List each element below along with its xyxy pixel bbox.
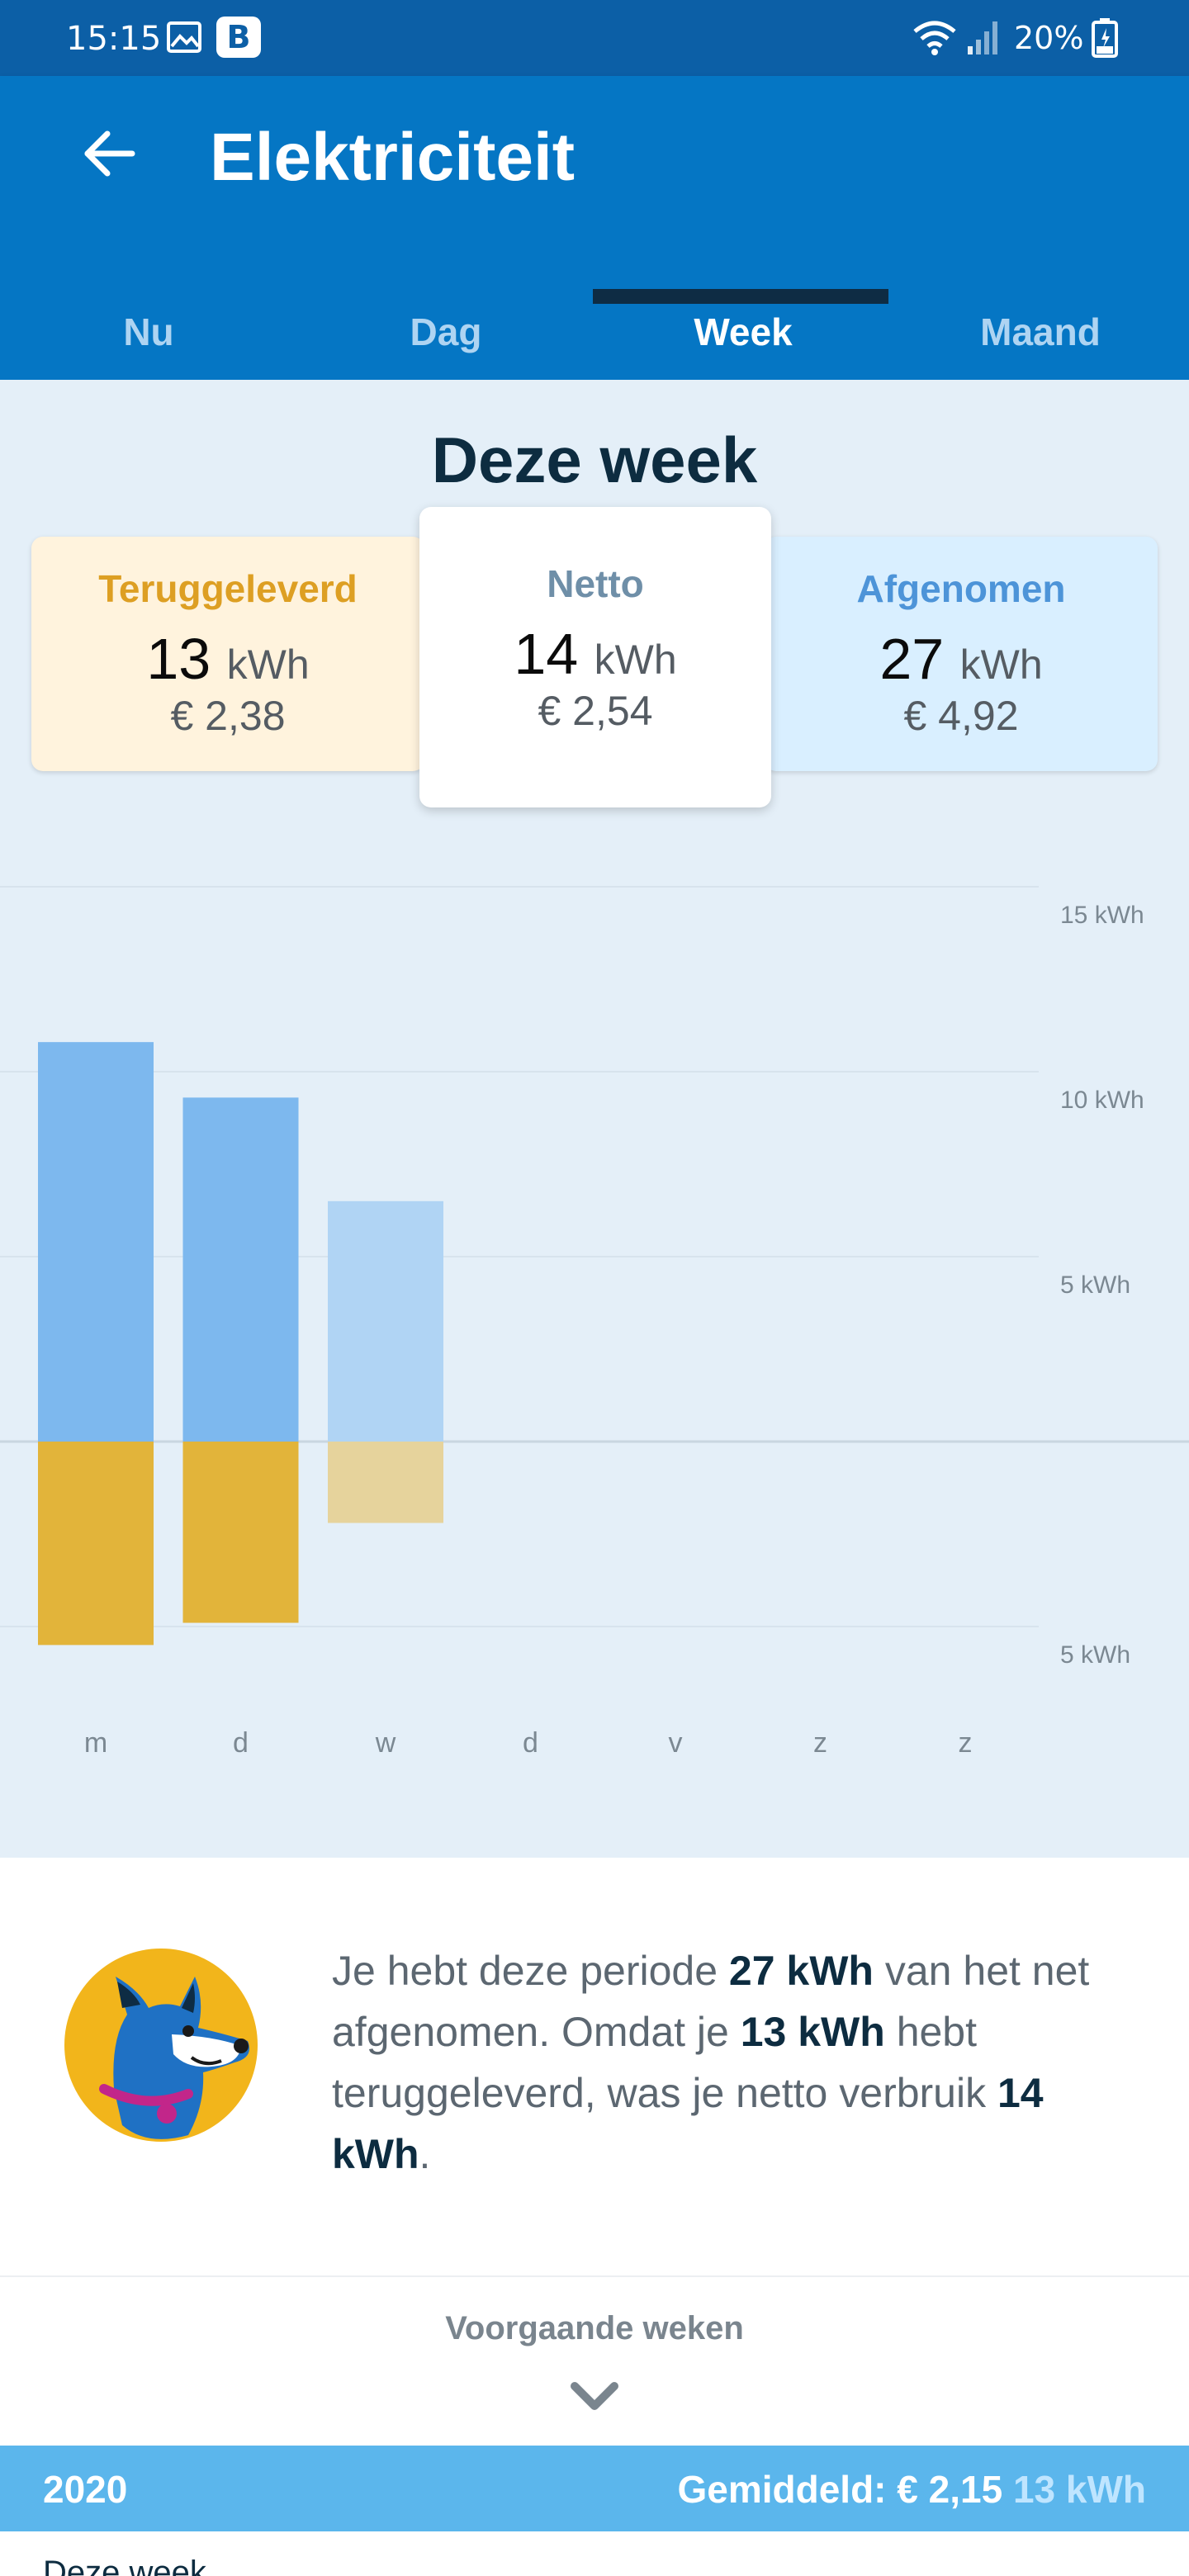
netto-label: Netto bbox=[547, 562, 644, 605]
image-icon bbox=[167, 21, 201, 53]
x-tick-label: z bbox=[813, 1727, 827, 1759]
chevron-down-icon[interactable] bbox=[570, 2378, 619, 2414]
teruggeleverd-card[interactable]: Teruggeleverd 13 kWh € 2,38 bbox=[31, 537, 424, 771]
netto-kwh: 14 bbox=[514, 622, 579, 686]
signal-icon bbox=[968, 21, 997, 54]
active-tab-indicator bbox=[593, 289, 888, 304]
bar-afgenomen bbox=[328, 1200, 443, 1442]
battery-percent: 20% bbox=[1014, 20, 1084, 56]
tab-dag[interactable]: Dag bbox=[297, 284, 594, 380]
afgenomen-card[interactable]: Afgenomen 27 kWh € 4,92 bbox=[765, 537, 1158, 771]
b-app-icon: B bbox=[216, 17, 261, 58]
teruggeleverd-unit: kWh bbox=[226, 642, 310, 688]
weekly-usage-chart: 15 kWh 10 kWh 5 kWh 5 kWh m d w d v z z bbox=[0, 886, 1189, 1759]
netto-eur: € 2,54 bbox=[538, 688, 653, 734]
bar-afgenomen bbox=[182, 1097, 299, 1442]
period-title: Deze week bbox=[431, 424, 758, 496]
bar-teruggeleverd bbox=[182, 1442, 299, 1623]
tab-maand[interactable]: Maand bbox=[892, 284, 1189, 380]
teruggeleverd-label: Teruggeleverd bbox=[98, 567, 358, 610]
next-row-label[interactable]: Deze week bbox=[43, 2555, 206, 2576]
bar-afgenomen bbox=[38, 1042, 154, 1442]
x-tick-label: d bbox=[233, 1727, 249, 1759]
dog-mascot-icon bbox=[64, 1949, 258, 2142]
afgenomen-eur: € 4,92 bbox=[903, 693, 1019, 739]
info-teruggeleverd-kwh: 13 kWh bbox=[740, 2009, 885, 2055]
y-tick-label: 5 kWh bbox=[1060, 1271, 1130, 1299]
previous-weeks-label[interactable]: Voorgaande weken bbox=[0, 2310, 1189, 2347]
week-overview: Deze week Teruggeleverd 13 kWh € 2,38 Af… bbox=[0, 380, 1189, 1858]
bar-teruggeleverd bbox=[328, 1442, 443, 1523]
back-arrow-icon[interactable] bbox=[79, 122, 142, 185]
afgenomen-unit: kWh bbox=[959, 642, 1043, 688]
y-tick-label: 10 kWh bbox=[1060, 1087, 1144, 1114]
year-label: 2020 bbox=[43, 2468, 128, 2511]
bar-teruggeleverd bbox=[38, 1442, 154, 1646]
status-bar: 15:15 B 20% bbox=[0, 0, 1189, 76]
tab-nu[interactable]: Nu bbox=[0, 284, 297, 380]
netto-card[interactable]: Netto 14 kWh € 2,54 bbox=[419, 507, 771, 807]
x-tick-label: v bbox=[669, 1727, 683, 1759]
x-tick-label: z bbox=[959, 1727, 973, 1759]
year-average: Gemiddeld: € 2,15 13 kWh bbox=[677, 2468, 1146, 2511]
x-tick-label: d bbox=[523, 1727, 538, 1759]
wifi-icon bbox=[913, 21, 956, 55]
info-afgenomen-kwh: 27 kWh bbox=[728, 1948, 874, 1994]
y-tick-label: 5 kWh bbox=[1060, 1641, 1130, 1669]
battery-icon bbox=[1092, 18, 1118, 58]
netto-unit: kWh bbox=[594, 637, 677, 683]
section-divider bbox=[0, 2275, 1189, 2277]
teruggeleverd-eur: € 2,38 bbox=[170, 693, 286, 739]
teruggeleverd-kwh: 13 bbox=[146, 627, 211, 691]
x-tick-label: m bbox=[84, 1727, 107, 1759]
app-bar: Elektriciteit Nu Dag Week Maand bbox=[0, 76, 1189, 380]
afgenomen-kwh: 27 bbox=[879, 627, 945, 691]
info-text: Je hebt deze periode 27 kWh van het net … bbox=[332, 1948, 1090, 2177]
x-tick-label: w bbox=[375, 1727, 396, 1759]
year-summary-bar[interactable]: 2020 Gemiddeld: € 2,15 13 kWh bbox=[0, 2446, 1189, 2531]
afgenomen-label: Afgenomen bbox=[856, 567, 1066, 610]
status-time: 15:15 bbox=[66, 20, 162, 58]
info-section: Je hebt deze periode 27 kWh van het net … bbox=[0, 1858, 1189, 2279]
y-tick-label: 15 kWh bbox=[1060, 902, 1144, 929]
page-title: Elektriciteit bbox=[210, 120, 576, 195]
